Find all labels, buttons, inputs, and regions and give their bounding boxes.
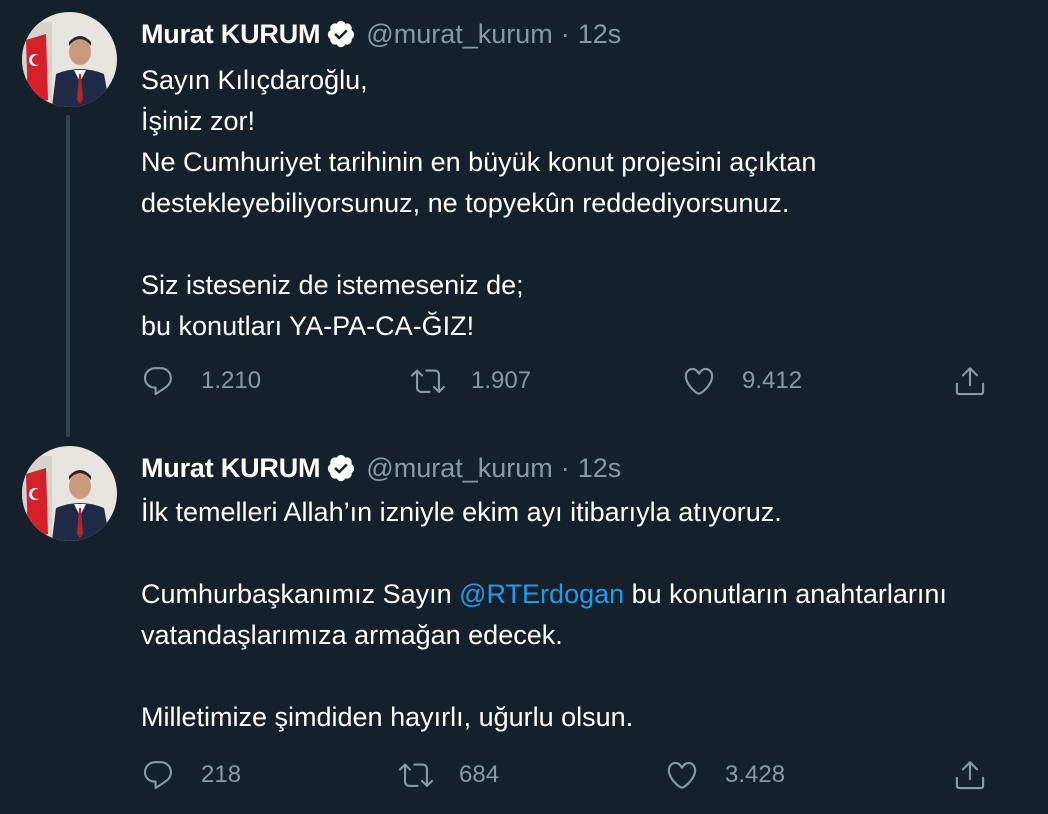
like-heart-icon: [667, 761, 697, 789]
tweet-paragraph: Milletimize şimdiden hayırlı, uğurlu ols…: [141, 702, 634, 732]
retweet-count: 684: [459, 761, 500, 788]
like-button[interactable]: 3.428: [665, 753, 785, 797]
avatar[interactable]: [22, 446, 117, 541]
tweet-thread: Murat KURUM @murat_kurum · 12s Sayın Kıl…: [0, 0, 1048, 814]
author-name[interactable]: Murat KURUM: [141, 19, 320, 50]
retweet-button[interactable]: 1.907: [411, 359, 531, 403]
timestamp[interactable]: 12s: [578, 19, 622, 50]
tweet-paragraph: Cumhurbaşkanımız Sayın @RTErdogan bu kon…: [141, 574, 1031, 656]
mention-link[interactable]: @RTErdogan: [459, 579, 624, 609]
separator-dot: ·: [560, 18, 570, 49]
reply-button[interactable]: 1.210: [141, 359, 261, 403]
reply-icon: [143, 367, 172, 396]
tweet-paragraph: Siz isteseniz de istemeseniz de; bu konu…: [141, 270, 524, 341]
like-count: 9.412: [742, 367, 803, 394]
like-count: 3.428: [725, 761, 786, 788]
tweet-text: İlk temelleri Allah’ın izniyle ekim ayı …: [141, 492, 1031, 738]
reply-count: 218: [201, 761, 242, 788]
reply-count: 1.210: [201, 367, 262, 394]
share-icon: [955, 367, 985, 396]
verified-badge-icon: [326, 453, 356, 483]
tweet-actions: 1.210 1.907 9.412: [141, 359, 1001, 403]
tweet-header: Murat KURUM @murat_kurum · 12s: [141, 450, 621, 486]
tweet-text-segment: Cumhurbaşkanımız Sayın: [141, 579, 460, 609]
tweet-paragraph: İlk temelleri Allah’ın izniyle ekim ayı …: [141, 497, 782, 527]
verified-badge-icon: [326, 19, 356, 49]
tweet[interactable]: Murat KURUM @murat_kurum · 12s Sayın Kıl…: [0, 0, 1048, 440]
retweet-count: 1.907: [471, 367, 532, 394]
retweet-button[interactable]: 684: [399, 753, 499, 797]
like-heart-icon: [684, 367, 714, 395]
author-handle[interactable]: @murat_kurum: [366, 19, 552, 50]
share-button[interactable]: [953, 359, 987, 403]
author-name[interactable]: Murat KURUM: [141, 453, 320, 484]
avatar[interactable]: [22, 12, 117, 107]
like-button[interactable]: 9.412: [682, 359, 802, 403]
tweet[interactable]: Murat KURUM @murat_kurum · 12s İlk temel…: [0, 440, 1048, 814]
reply-button[interactable]: 218: [141, 753, 241, 797]
retweet-icon: [411, 369, 445, 393]
thread-connector-line: [66, 115, 70, 437]
separator-dot: ·: [560, 452, 570, 483]
tweet-paragraph: Sayın Kılıçdaroğlu, İşiniz zor! Ne Cumhu…: [141, 65, 817, 218]
share-icon: [955, 761, 985, 790]
tweet-actions: 218 684 3.428: [141, 753, 1001, 797]
tweet-header: Murat KURUM @murat_kurum · 12s: [141, 16, 621, 52]
share-button[interactable]: [953, 753, 987, 797]
reply-icon: [143, 761, 172, 790]
author-handle[interactable]: @murat_kurum: [366, 453, 552, 484]
tweet-text: Sayın Kılıçdaroğlu, İşiniz zor! Ne Cumhu…: [141, 60, 1031, 347]
timestamp[interactable]: 12s: [578, 453, 622, 484]
retweet-icon: [399, 763, 433, 787]
